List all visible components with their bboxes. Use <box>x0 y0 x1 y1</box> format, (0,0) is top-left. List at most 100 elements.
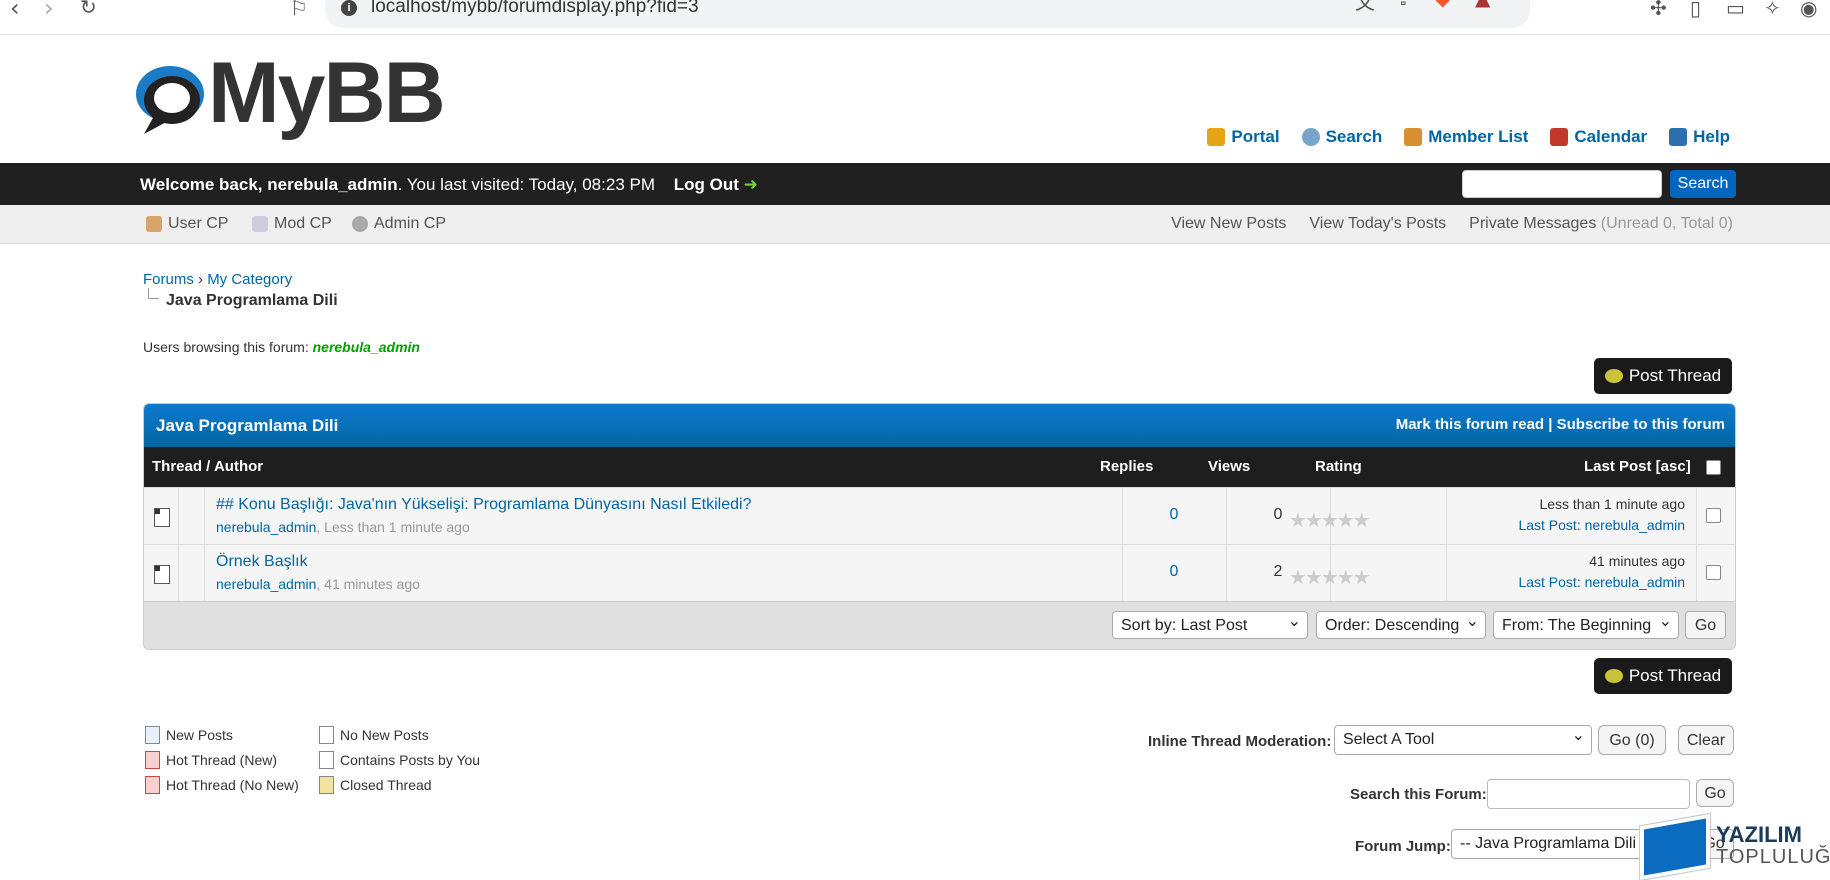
star-rating[interactable]: ★★★★★ <box>1289 508 1371 533</box>
col-views[interactable]: Views <box>1208 458 1250 475</box>
col-rating[interactable]: Rating <box>1315 458 1362 475</box>
profile-icon[interactable]: ◉ <box>1800 0 1817 20</box>
reload-icon[interactable]: ↻ <box>80 0 97 19</box>
legend-closed: Closed Thread <box>319 776 432 794</box>
thread-table: Java Programlama Dili Mark this forum re… <box>143 403 1736 650</box>
view-todays-posts-link[interactable]: View Today's Posts <box>1309 215 1446 233</box>
replies-count[interactable]: 0 <box>1122 506 1226 524</box>
bookmark-icon[interactable]: ⚐ <box>290 0 308 20</box>
thread-author-link[interactable]: nerebula_admin <box>216 576 316 592</box>
user-panel: User CP Mod CP Admin CP View New Posts V… <box>0 205 1830 244</box>
table-header: Java Programlama Dili Mark this forum re… <box>144 404 1735 447</box>
forum-title: Java Programlama Dili <box>156 416 339 435</box>
view-new-posts-link[interactable]: View New Posts <box>1171 215 1286 233</box>
thread-select-checkbox[interactable] <box>1706 508 1721 523</box>
table-footer: Sort by: Last Post Order: Descending Fro… <box>144 601 1735 649</box>
mod-cp-icon <box>252 216 268 232</box>
subscribe-link[interactable]: Subscribe to this forum <box>1557 416 1725 433</box>
replies-count[interactable]: 0 <box>1122 563 1226 581</box>
search-icon <box>1301 128 1320 146</box>
quick-search-button[interactable]: Search <box>1670 170 1736 198</box>
calendar-icon <box>1550 128 1569 146</box>
leo-icon[interactable]: ✧ <box>1764 0 1781 20</box>
watermark-logo: YAZILIM TOPLULUĞU <box>1640 813 1830 880</box>
logout-link[interactable]: Log Out ➜ <box>674 175 758 194</box>
back-icon[interactable]: ‹ <box>10 0 20 22</box>
table-row: ## Konu Başlığı: Java'nın Yükselişi: Pro… <box>144 487 1735 544</box>
star-rating[interactable]: ★★★★★ <box>1289 565 1371 590</box>
browsing-user[interactable]: nerebula_admin <box>313 339 420 355</box>
watermark-monitor-icon <box>1640 813 1710 880</box>
translate-icon[interactable]: 文 <box>1355 0 1375 15</box>
post-thread-button-bottom[interactable]: Post Thread <box>1594 658 1732 694</box>
last-post-link[interactable]: Last Post <box>1518 517 1576 533</box>
search-forum-input[interactable] <box>1487 779 1690 809</box>
thread-subject-link[interactable]: Örnek Başlık <box>216 553 308 571</box>
last-post-link[interactable]: Last Post <box>1518 574 1576 590</box>
inline-moderation-label: Inline Thread Moderation: <box>1148 733 1332 750</box>
help-link[interactable]: Help <box>1669 127 1730 147</box>
sort-go-button[interactable]: Go <box>1685 611 1726 639</box>
legend-no-new-posts: No New Posts <box>319 726 429 744</box>
legend-contains-yours: Contains Posts by You <box>319 751 480 769</box>
calendar-link[interactable]: Calendar <box>1550 127 1647 147</box>
moderation-clear-button[interactable]: Clear <box>1678 725 1734 755</box>
col-thread-author[interactable]: Thread / Author <box>152 458 263 475</box>
extensions-icon[interactable]: ✣ <box>1650 0 1667 20</box>
url-text[interactable]: localhost/mybb/forumdisplay.php?fid=3 <box>371 0 699 18</box>
share-icon[interactable]: ⇪ <box>1395 0 1412 10</box>
bell-icon <box>1207 128 1226 146</box>
member-list-link[interactable]: Member List <box>1404 127 1528 147</box>
portal-link[interactable]: Portal <box>1207 127 1280 147</box>
legend-new-posts: New Posts <box>145 726 233 744</box>
col-replies[interactable]: Replies <box>1100 458 1153 475</box>
site-info-icon[interactable]: i <box>341 0 357 16</box>
thread-subject-link[interactable]: ## Konu Başlığı: Java'nın Yükselişi: Pro… <box>216 496 751 514</box>
breadcrumb-category[interactable]: My Category <box>207 271 292 288</box>
table-row: Örnek Başlık nerebula_admin, 41 minutes … <box>144 544 1735 601</box>
forum-jump-select[interactable]: -- Java Programlama Dili <box>1451 826 1661 859</box>
col-last-post[interactable]: Last Post [asc] <box>1584 458 1691 475</box>
welcome-username[interactable]: nerebula_admin <box>267 175 397 194</box>
thread-status-icon <box>154 508 170 527</box>
members-icon <box>1404 128 1423 146</box>
mod-cp-link[interactable]: Mod CP <box>252 215 332 233</box>
gear-icon <box>352 216 368 232</box>
moderation-go-button[interactable]: Go (0) <box>1598 725 1666 755</box>
welcome-text: Welcome back, nerebula_admin. You last v… <box>140 175 758 194</box>
mybb-logo[interactable]: MyBB <box>132 45 446 142</box>
search-link[interactable]: Search <box>1301 127 1382 147</box>
logo-text: MyBB <box>208 45 446 141</box>
no-new-posts-icon <box>319 726 334 744</box>
thread-select-checkbox[interactable] <box>1706 565 1721 580</box>
forward-icon[interactable]: › <box>44 0 54 22</box>
admin-cp-link[interactable]: Admin CP <box>352 215 446 233</box>
sort-by-select[interactable]: Sort by: Last Post <box>1112 608 1308 639</box>
order-select[interactable]: Order: Descending <box>1316 608 1486 639</box>
sidebar-icon[interactable]: ▯ <box>1690 0 1701 20</box>
brave-shield-icon[interactable]: ◆ <box>1435 0 1450 10</box>
breadcrumb-current: Java Programlama Dili <box>146 288 338 310</box>
user-cp-icon <box>146 216 162 232</box>
address-bar[interactable]: i localhost/mybb/forumdisplay.php?fid=3 … <box>325 0 1530 28</box>
last-post-time: 41 minutes ago <box>1589 553 1685 569</box>
last-post-user-link[interactable]: nerebula_admin <box>1585 517 1685 533</box>
legend-hot-new: Hot Thread (New) <box>145 751 277 769</box>
user-cp-link[interactable]: User CP <box>146 215 228 233</box>
wallet-icon[interactable]: ▭ <box>1726 0 1745 20</box>
private-messages-link[interactable]: Private Messages (Unread 0, Total 0) <box>1469 215 1733 233</box>
help-icon <box>1669 128 1688 146</box>
mark-read-link[interactable]: Mark this forum read <box>1396 416 1544 433</box>
breadcrumb-forums[interactable]: Forums <box>143 271 194 288</box>
breadcrumb: Forums › My Category <box>143 271 293 288</box>
moderation-tool-select[interactable]: Select A Tool <box>1334 722 1592 755</box>
from-select[interactable]: From: The Beginning <box>1493 608 1679 639</box>
rewards-icon[interactable]: ▲ <box>1475 0 1490 10</box>
post-thread-button-top[interactable]: Post Thread <box>1594 358 1732 394</box>
search-forum-go-button[interactable]: Go <box>1696 779 1734 807</box>
column-headers: Thread / Author Replies Views Rating Las… <box>144 447 1735 487</box>
last-post-user-link[interactable]: nerebula_admin <box>1585 574 1685 590</box>
quick-search-input[interactable] <box>1462 170 1662 198</box>
thread-author-link[interactable]: nerebula_admin <box>216 519 316 535</box>
select-all-checkbox[interactable] <box>1706 460 1721 475</box>
